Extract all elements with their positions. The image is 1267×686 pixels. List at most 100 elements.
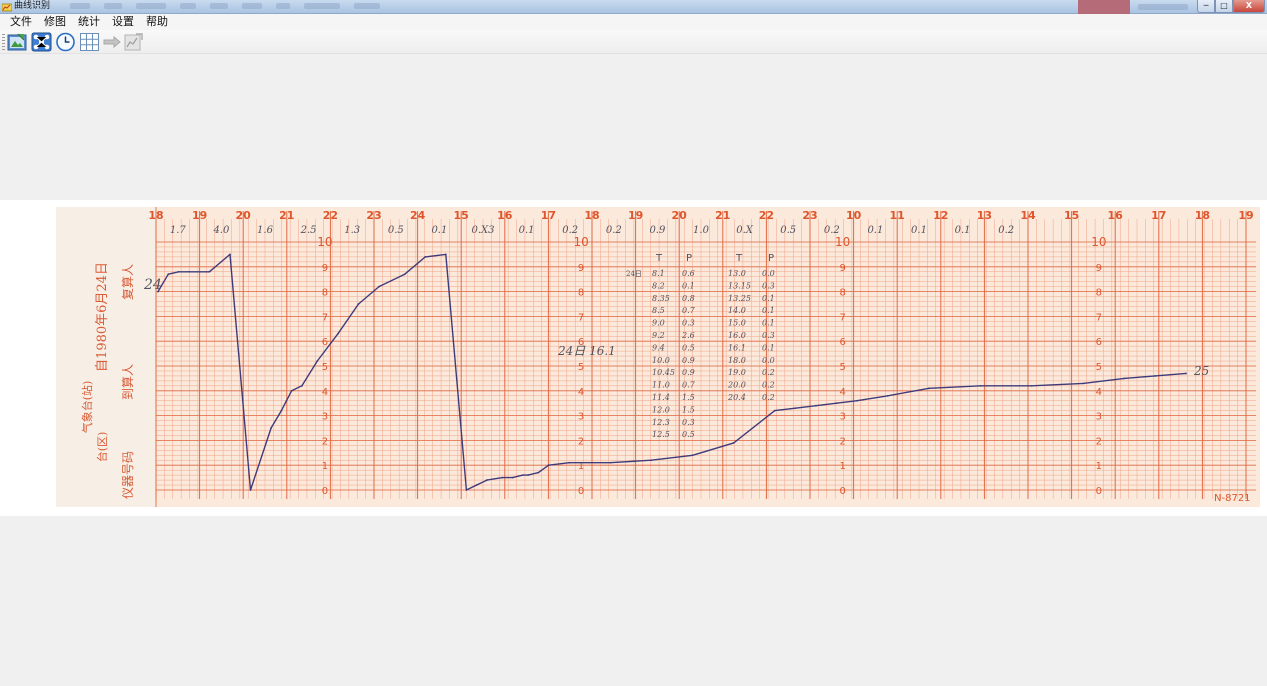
hour-label: 20 <box>672 209 688 222</box>
table-cell: 0.3 <box>682 319 695 328</box>
table-cell: 12.3 <box>652 418 670 427</box>
grid-button[interactable] <box>79 32 100 52</box>
export-chart-icon <box>124 33 143 51</box>
curve-point <box>1123 377 1126 380</box>
time-settings-button[interactable] <box>55 32 76 52</box>
table-cell: 0.2 <box>762 381 775 390</box>
menu-statistics[interactable]: 统计 <box>72 14 106 30</box>
arrow-right-icon <box>103 35 121 49</box>
curve-point <box>979 384 982 387</box>
y-tick-label: 8 <box>1096 288 1102 299</box>
curve-point <box>444 253 447 256</box>
open-image-button[interactable] <box>7 32 28 52</box>
table-cell: 20.0 <box>727 381 746 390</box>
table-cell: 0.1 <box>762 306 775 315</box>
curve-point <box>650 459 653 462</box>
y-tick-label: 9 <box>578 263 584 274</box>
table-first-cell: 24日 <box>626 270 642 278</box>
table-cell: 0.7 <box>682 381 696 390</box>
strip-signer-2: 到算人 <box>120 364 135 400</box>
y-tick-label: 1 <box>1096 461 1102 472</box>
table-cell: 0.9 <box>682 368 695 377</box>
menu-file[interactable]: 文件 <box>4 14 38 30</box>
toolbar <box>0 30 1267 54</box>
curve-point <box>229 253 231 256</box>
y-tick-label: 3 <box>578 412 584 423</box>
top-value: 0.9 <box>649 225 666 236</box>
minimize-button[interactable]: ─ <box>1197 0 1215 13</box>
top-value: 0.X3 <box>471 225 494 236</box>
y-tick-label: 3 <box>840 412 846 423</box>
strip-unit: 台(区) <box>95 432 109 463</box>
table-header: P <box>686 253 692 264</box>
y-tick-label: 9 <box>322 263 328 274</box>
table-cell: 0.1 <box>762 294 775 303</box>
y-tick-label: 4 <box>322 387 328 398</box>
table-header: P <box>768 253 774 264</box>
top-value: 1.3 <box>344 225 360 236</box>
recorder-chart[interactable]: 18 19 20 21 22 23 24 15 16 17 18 19 20 21 22 23 10 11 12 13… <box>56 207 1260 507</box>
y-tick-label: 2 <box>840 436 846 447</box>
y-tick-label: 1 <box>322 461 328 472</box>
top-value: 0.1 <box>431 225 447 236</box>
y-tick-label: 1 <box>840 461 846 472</box>
y-tick-label: 9 <box>840 263 846 274</box>
table-cell: 12.0 <box>652 405 670 414</box>
hour-label: 16 <box>497 209 513 222</box>
top-value: 0.1 <box>955 225 971 236</box>
network-icon <box>31 32 52 52</box>
y-tick-label: 10 <box>573 235 588 249</box>
table-cell: 10.45 <box>652 368 675 377</box>
close-button[interactable]: X <box>1233 0 1265 13</box>
curve-point <box>732 441 735 444</box>
hour-label: 15 <box>454 209 469 222</box>
hour-label: 15 <box>1064 209 1079 222</box>
y-tick-label: 4 <box>578 387 584 398</box>
curve-point <box>522 474 524 477</box>
curve-point <box>316 360 319 362</box>
table-cell: 0.2 <box>762 368 775 377</box>
top-value: 0.1 <box>867 225 883 236</box>
maximize-button[interactable]: □ <box>1215 0 1233 13</box>
table-cell: 8.5 <box>652 306 665 315</box>
hour-label: 18 <box>148 209 163 222</box>
next-button[interactable] <box>102 32 123 52</box>
menu-edit-image[interactable]: 修图 <box>38 14 72 30</box>
y-tick-label: 5 <box>578 362 584 373</box>
table-cell: 9.0 <box>652 319 665 328</box>
hour-label: 18 <box>584 209 599 222</box>
image-viewer[interactable]: 18 19 20 21 22 23 24 15 16 17 18 19 20 21 22 23 10 11 12 13… <box>0 200 1267 516</box>
toolbar-grip[interactable] <box>2 34 5 50</box>
y-tick-label: 0 <box>1096 486 1102 497</box>
curve-point <box>1082 382 1085 385</box>
curve-point <box>691 454 694 457</box>
curve-point <box>403 273 406 276</box>
hour-label: 16 <box>1108 209 1124 222</box>
table-cell: 0.3 <box>762 331 775 340</box>
export-button[interactable] <box>123 32 144 52</box>
annotation-end-label: 25 <box>1193 364 1209 378</box>
curve-point <box>270 427 272 429</box>
y-tick-label: 7 <box>1096 312 1102 323</box>
table-cell: 16.0 <box>728 331 746 340</box>
table-cell: 13.15 <box>728 281 751 290</box>
y-tick-label: 2 <box>1096 436 1102 447</box>
table-cell: 13.25 <box>728 294 751 303</box>
recognize-curve-button[interactable] <box>31 32 52 52</box>
taskbar-highlight <box>1078 0 1130 14</box>
top-value: 1.0 <box>693 225 710 236</box>
hour-label: 22 <box>759 209 774 222</box>
y-tick-label: 6 <box>840 337 846 348</box>
curve-point <box>486 479 488 481</box>
menu-settings[interactable]: 设置 <box>106 14 140 30</box>
y-tick-label: 10 <box>835 235 850 249</box>
clock-icon <box>56 32 75 52</box>
y-tick-label: 6 <box>1096 337 1102 348</box>
y-tick-label: 10 <box>317 235 332 249</box>
y-tick-label: 7 <box>578 312 584 323</box>
menu-help[interactable]: 帮助 <box>140 14 174 30</box>
curve-point <box>475 484 478 486</box>
table-cell: 20.4 <box>727 393 746 402</box>
curve-point <box>1154 375 1157 377</box>
table-cell: 11.4 <box>652 393 670 402</box>
